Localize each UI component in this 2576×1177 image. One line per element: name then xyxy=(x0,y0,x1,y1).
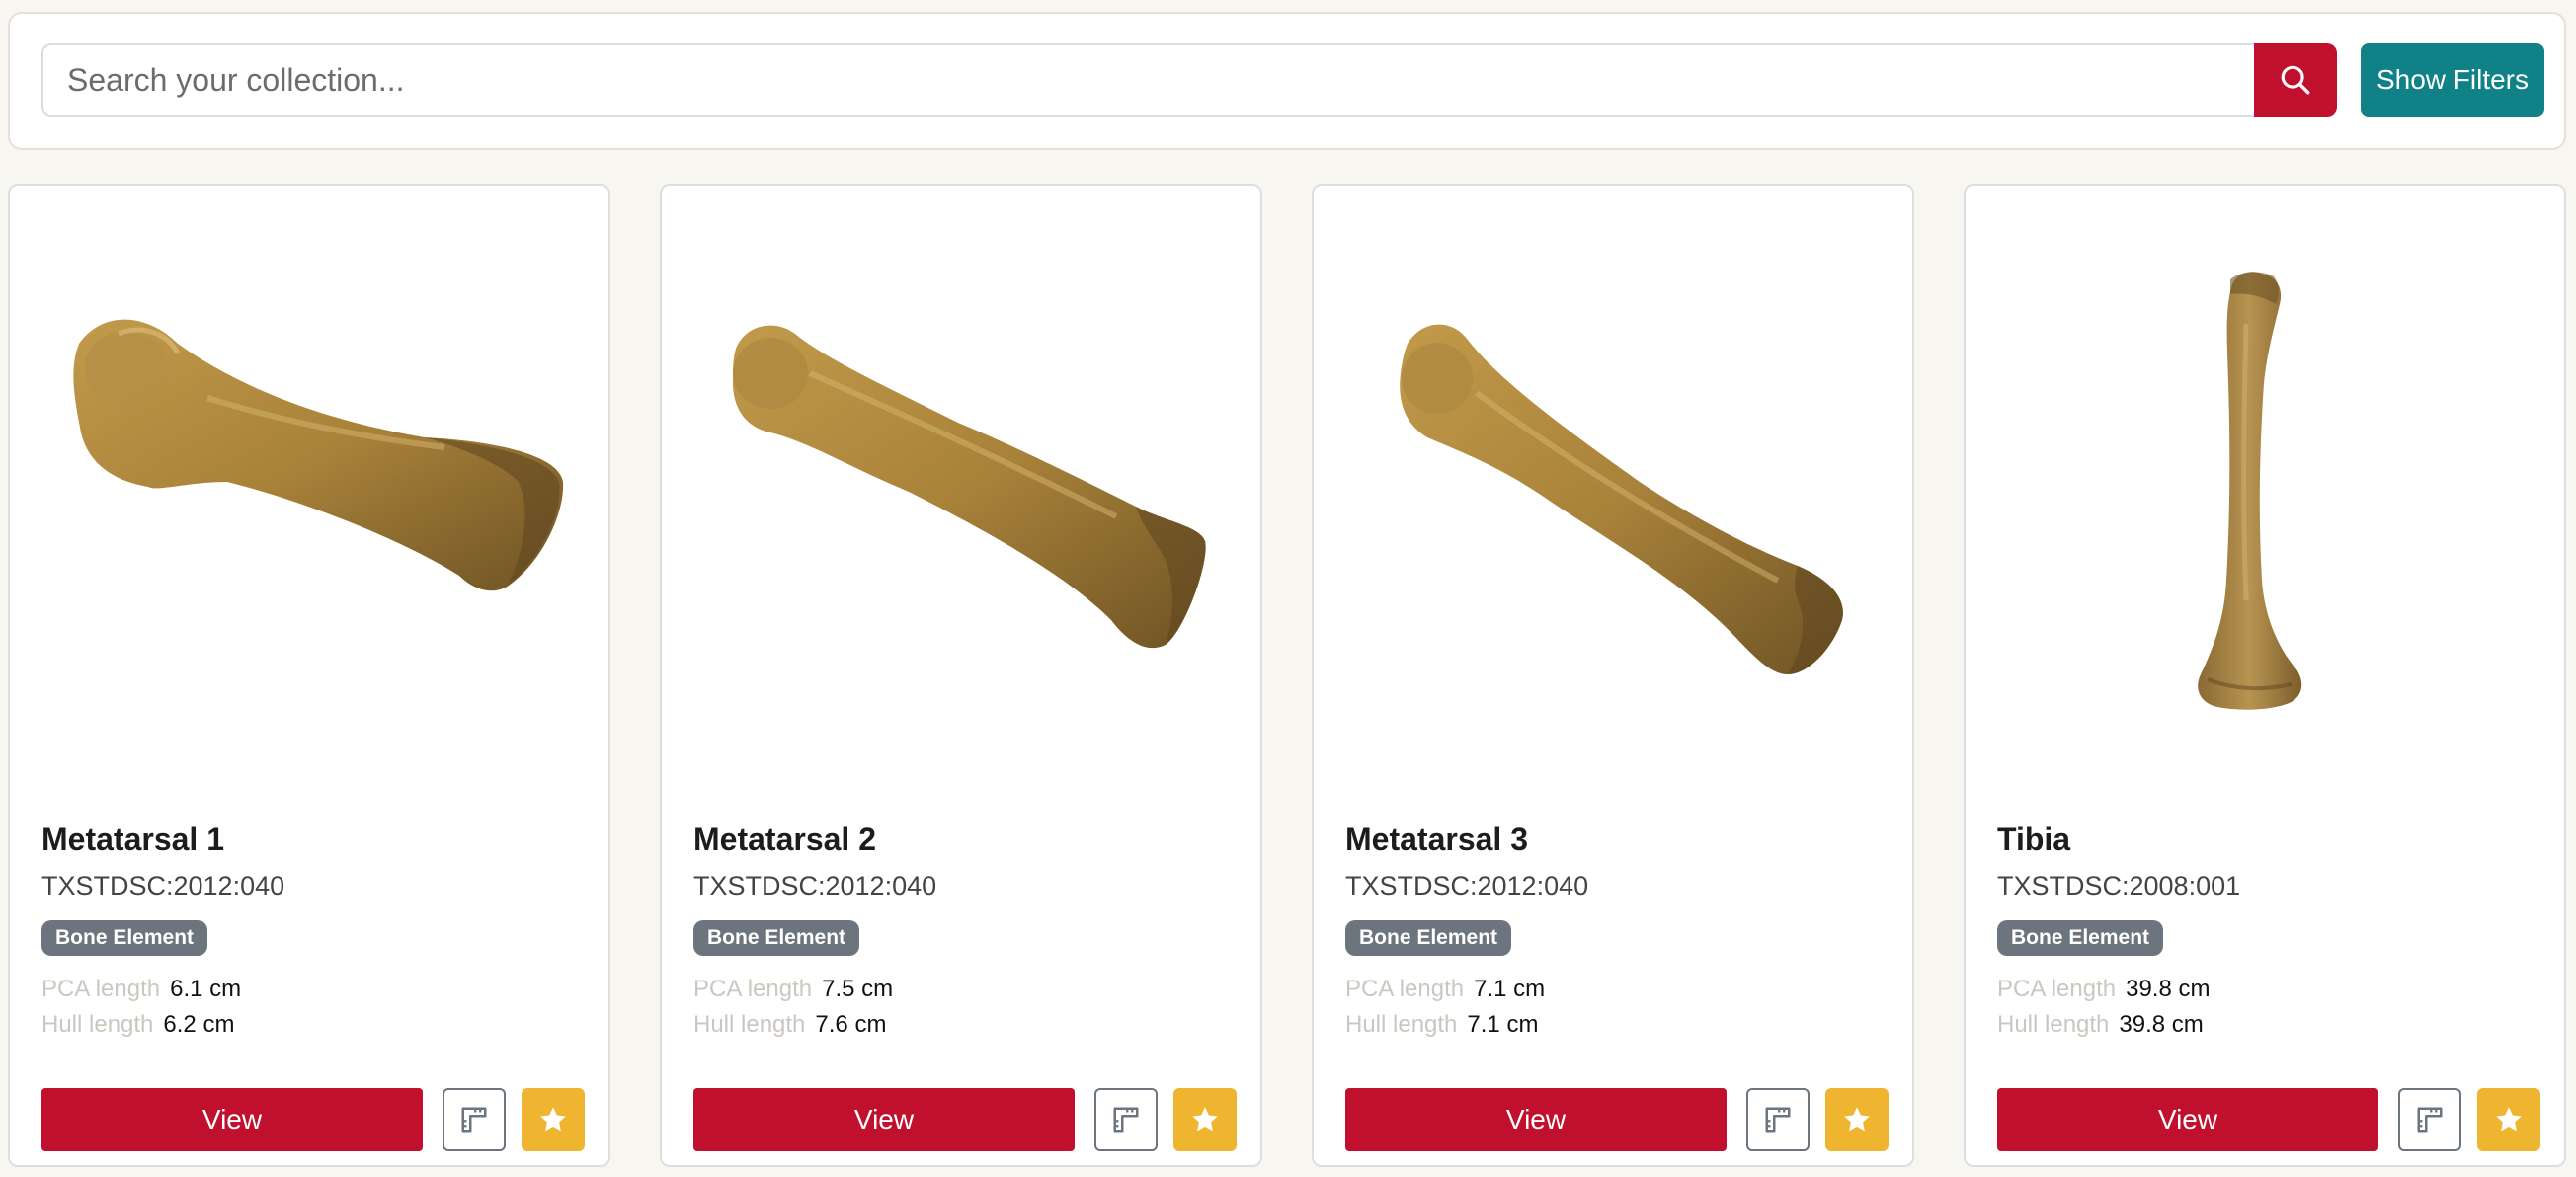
pca-length-value: 7.5 cm xyxy=(822,976,894,1002)
hull-length-label: Hull length xyxy=(1997,1011,2110,1038)
card-catalog-id: TXSTDSC:2012:040 xyxy=(41,871,285,901)
card-badge: Bone Element xyxy=(1997,920,2164,956)
view-button[interactable]: View xyxy=(1997,1088,2378,1151)
search-icon xyxy=(2281,65,2310,95)
hull-length-row: Hull length 7.6 cm xyxy=(693,1011,886,1039)
collection-card: Metatarsal 3 TXSTDSC:2012:040 Bone Eleme… xyxy=(1312,184,1914,1167)
search-panel: Show Filters xyxy=(8,12,2566,150)
measure-button[interactable] xyxy=(1094,1088,1158,1151)
card-badge: Bone Element xyxy=(693,920,860,956)
card-catalog-id: TXSTDSC:2012:040 xyxy=(1345,871,1589,901)
measure-button[interactable] xyxy=(1746,1088,1810,1151)
pca-length-value: 7.1 cm xyxy=(1474,976,1546,1002)
card-title: Metatarsal 1 xyxy=(41,822,224,857)
hull-length-value: 7.1 cm xyxy=(1467,1011,1539,1038)
measure-button[interactable] xyxy=(443,1088,506,1151)
star-icon xyxy=(2496,1107,2522,1132)
pca-length-row: PCA length 7.5 cm xyxy=(693,976,893,1003)
hull-length-row: Hull length 6.2 cm xyxy=(41,1011,234,1039)
pca-length-value: 39.8 cm xyxy=(2126,976,2211,1002)
tibia-bone-image[interactable] xyxy=(1966,186,2564,778)
pca-length-row: PCA length 6.1 cm xyxy=(41,976,241,1003)
ruler-icon xyxy=(1765,1107,1791,1133)
view-button[interactable]: View xyxy=(41,1088,423,1151)
hull-length-row: Hull length 39.8 cm xyxy=(1997,1011,2204,1039)
star-icon xyxy=(540,1107,566,1132)
pca-length-label: PCA length xyxy=(693,976,813,1002)
favorite-button[interactable] xyxy=(2477,1088,2540,1151)
ruler-icon xyxy=(1113,1107,1139,1133)
hull-length-value: 6.2 cm xyxy=(163,1011,235,1038)
pca-length-label: PCA length xyxy=(41,976,161,1002)
collection-card: Metatarsal 2 TXSTDSC:2012:040 Bone Eleme… xyxy=(660,184,1262,1167)
metatarsal-bone-image[interactable] xyxy=(10,186,608,778)
card-title: Metatarsal 3 xyxy=(1345,822,1528,857)
star-icon xyxy=(1192,1107,1218,1132)
ruler-icon xyxy=(461,1107,487,1133)
favorite-button[interactable] xyxy=(1173,1088,1237,1151)
collection-card: Metatarsal 1 TXSTDSC:2012:040 Bone Eleme… xyxy=(8,184,610,1167)
pca-length-row: PCA length 39.8 cm xyxy=(1997,976,2210,1003)
ruler-icon xyxy=(2417,1107,2443,1133)
measure-button[interactable] xyxy=(2398,1088,2461,1151)
card-catalog-id: TXSTDSC:2012:040 xyxy=(693,871,937,901)
hull-length-value: 39.8 cm xyxy=(2119,1011,2204,1038)
pca-length-label: PCA length xyxy=(1345,976,1465,1002)
card-badge: Bone Element xyxy=(1345,920,1512,956)
card-title: Metatarsal 2 xyxy=(693,822,876,857)
view-button[interactable]: View xyxy=(1345,1088,1727,1151)
metatarsal-bone-image[interactable] xyxy=(662,186,1260,778)
search-input[interactable] xyxy=(41,43,2254,117)
show-filters-button[interactable]: Show Filters xyxy=(2361,43,2544,117)
hull-length-label: Hull length xyxy=(1345,1011,1458,1038)
hull-length-value: 7.6 cm xyxy=(815,1011,887,1038)
pca-length-label: PCA length xyxy=(1997,976,2117,1002)
card-badge: Bone Element xyxy=(41,920,208,956)
search-button[interactable] xyxy=(2254,43,2337,117)
hull-length-label: Hull length xyxy=(693,1011,806,1038)
card-catalog-id: TXSTDSC:2008:001 xyxy=(1997,871,2241,901)
star-icon xyxy=(1844,1107,1870,1132)
collection-card: Tibia TXSTDSC:2008:001 Bone Element PCA … xyxy=(1964,184,2566,1167)
hull-length-row: Hull length 7.1 cm xyxy=(1345,1011,1538,1039)
card-title: Tibia xyxy=(1997,822,2071,857)
favorite-button[interactable] xyxy=(1825,1088,1889,1151)
hull-length-label: Hull length xyxy=(41,1011,154,1038)
metatarsal-bone-image[interactable] xyxy=(1314,186,1912,778)
pca-length-row: PCA length 7.1 cm xyxy=(1345,976,1545,1003)
favorite-button[interactable] xyxy=(522,1088,585,1151)
pca-length-value: 6.1 cm xyxy=(170,976,242,1002)
view-button[interactable]: View xyxy=(693,1088,1075,1151)
